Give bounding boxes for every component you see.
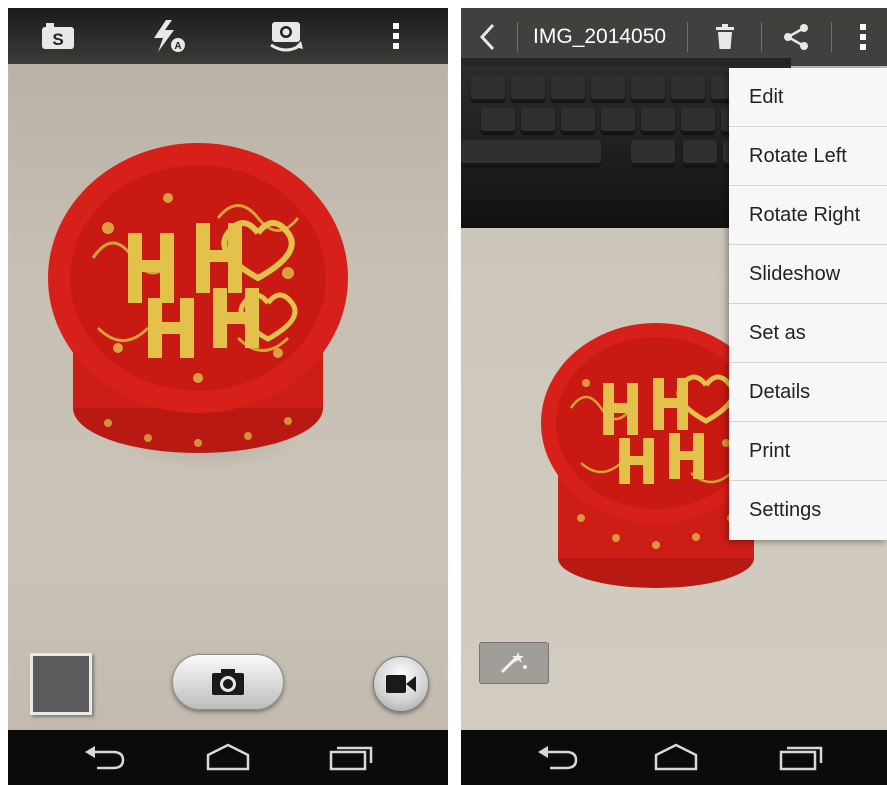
last-photo-thumbnail[interactable]	[30, 653, 92, 715]
back-icon[interactable]	[80, 740, 130, 774]
scene-s-camera-icon[interactable]: S	[38, 16, 78, 56]
menu-item-details[interactable]: Details	[729, 363, 887, 422]
gallery-action-bar: IMG_2014050	[461, 8, 887, 66]
switch-camera-icon[interactable]	[266, 16, 306, 56]
svg-text:S: S	[52, 30, 63, 49]
recents-icon[interactable]	[776, 740, 826, 774]
recents-icon[interactable]	[326, 740, 376, 774]
divider	[517, 22, 518, 52]
menu-item-rotate-left[interactable]: Rotate Left	[729, 127, 887, 186]
camera-screen: S A	[8, 8, 448, 785]
trash-icon[interactable]	[705, 8, 745, 66]
menu-item-set-as[interactable]: Set as	[729, 304, 887, 363]
menu-item-print[interactable]: Print	[729, 422, 887, 481]
divider	[687, 22, 688, 52]
flash-auto-icon[interactable]: A	[148, 16, 188, 56]
share-icon[interactable]	[773, 8, 819, 66]
overflow-menu-icon[interactable]	[376, 16, 416, 56]
menu-item-slideshow[interactable]: Slideshow	[729, 245, 887, 304]
camera-top-bar: S A	[8, 8, 448, 64]
menu-item-rotate-right[interactable]: Rotate Right	[729, 186, 887, 245]
shutter-button[interactable]	[172, 654, 284, 710]
navigation-bar	[461, 730, 887, 785]
back-chevron-icon[interactable]	[467, 8, 507, 66]
image-title: IMG_2014050	[533, 8, 671, 66]
home-icon[interactable]	[203, 740, 253, 774]
video-camera-icon	[386, 675, 416, 693]
menu-item-edit[interactable]: Edit	[729, 68, 887, 127]
overflow-menu-icon[interactable]	[845, 8, 881, 66]
gallery-screen: IMG_2014050 Edit Rotate Left Rotate Righ…	[461, 8, 887, 785]
divider	[831, 22, 832, 52]
video-record-button[interactable]	[373, 656, 429, 712]
camera-shutter-icon	[212, 669, 244, 695]
overflow-menu: Edit Rotate Left Rotate Right Slideshow …	[729, 68, 887, 540]
image-title-text: IMG_2014050	[533, 25, 667, 48]
magic-wand-icon	[500, 652, 527, 674]
home-icon[interactable]	[651, 740, 701, 774]
red-tin-image	[48, 143, 348, 453]
navigation-bar	[8, 730, 448, 785]
divider	[761, 22, 762, 52]
auto-enhance-button[interactable]	[479, 642, 549, 684]
back-icon[interactable]	[533, 740, 583, 774]
menu-item-settings[interactable]: Settings	[729, 481, 887, 540]
svg-text:A: A	[174, 41, 181, 52]
